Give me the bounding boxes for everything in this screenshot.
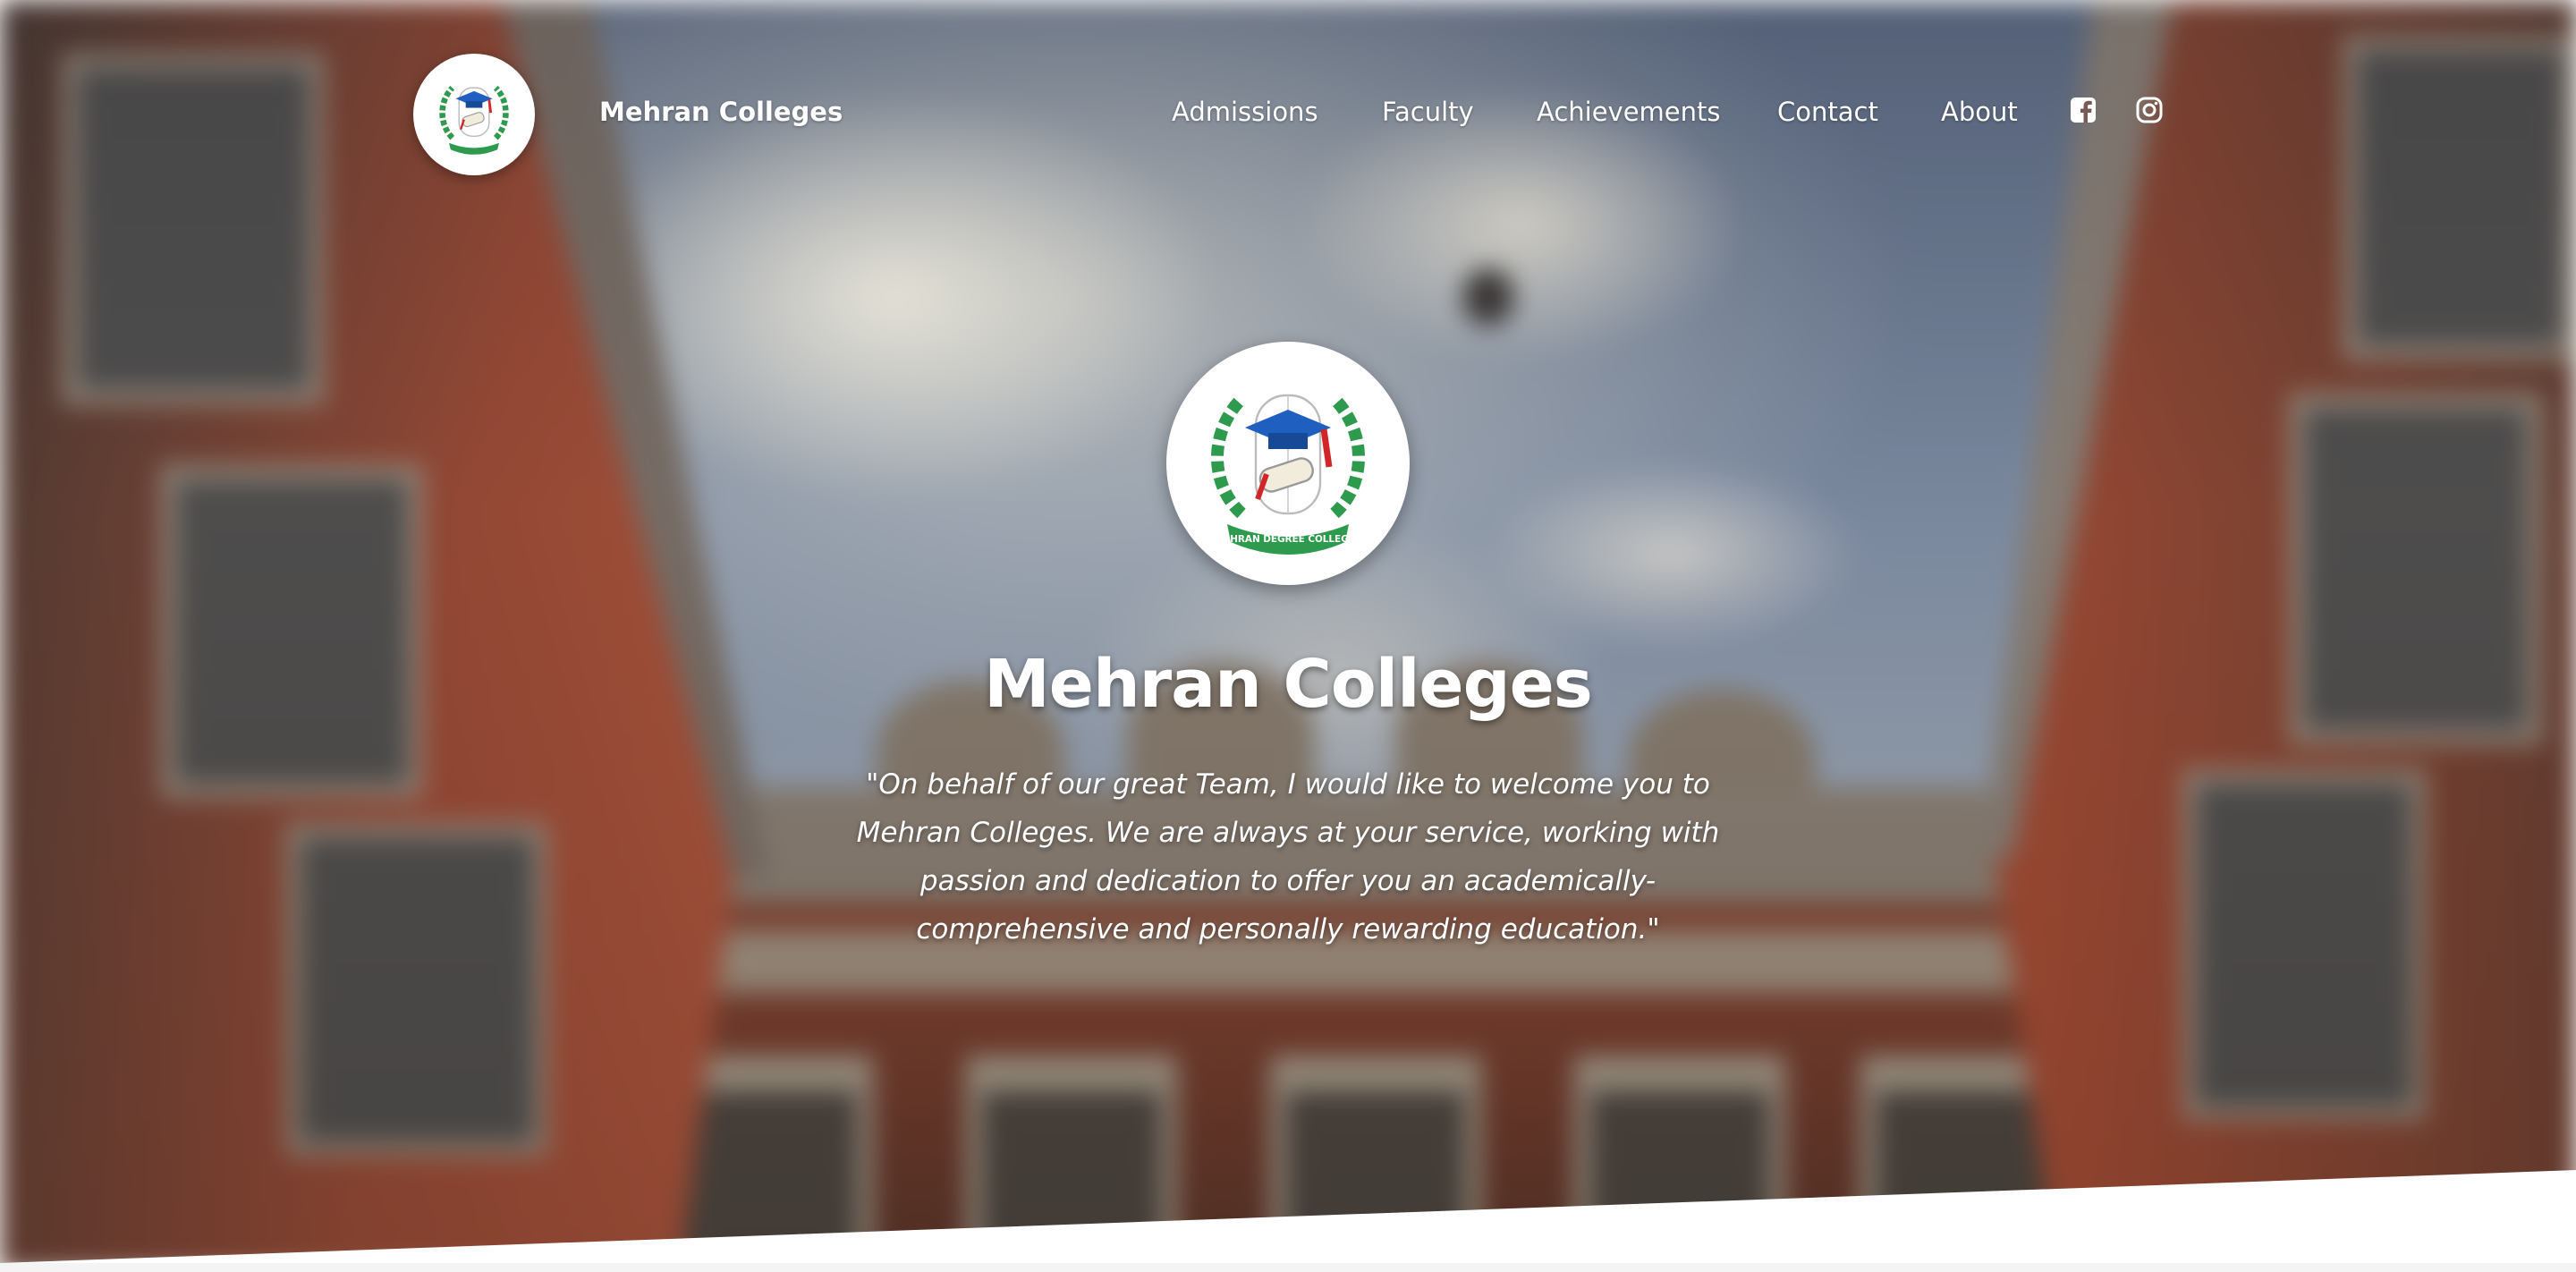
instagram-link[interactable] xyxy=(2136,97,2163,123)
nav-about-link[interactable]: About xyxy=(1941,97,2018,127)
hero-title: Mehran Colleges xyxy=(984,646,1593,723)
main-nav: Admissions Faculty Achievements Contact … xyxy=(0,97,2576,132)
facebook-link[interactable] xyxy=(2070,97,2097,123)
nav-achievements-link[interactable]: Achievements xyxy=(1537,97,1721,127)
nav-contact-link[interactable]: Contact xyxy=(1777,97,1878,127)
welcome-quote: "On behalf of our great Team, I would li… xyxy=(856,768,1720,946)
facebook-icon xyxy=(2071,98,2096,123)
nav-admissions-link[interactable]: Admissions xyxy=(1172,97,1318,127)
nav-faculty-link[interactable]: Faculty xyxy=(1382,97,1474,127)
hero-logo: MEHRAN DEGREE COLLEGES xyxy=(1166,342,1410,585)
college-crest-icon: MEHRAN DEGREE COLLEGES xyxy=(1211,394,1365,555)
crest-banner-text: MEHRAN DEGREE COLLEGES xyxy=(1215,534,1361,545)
hero-section xyxy=(0,0,2576,1272)
hero-background-image xyxy=(0,0,2576,1272)
instagram-icon xyxy=(2136,97,2163,123)
